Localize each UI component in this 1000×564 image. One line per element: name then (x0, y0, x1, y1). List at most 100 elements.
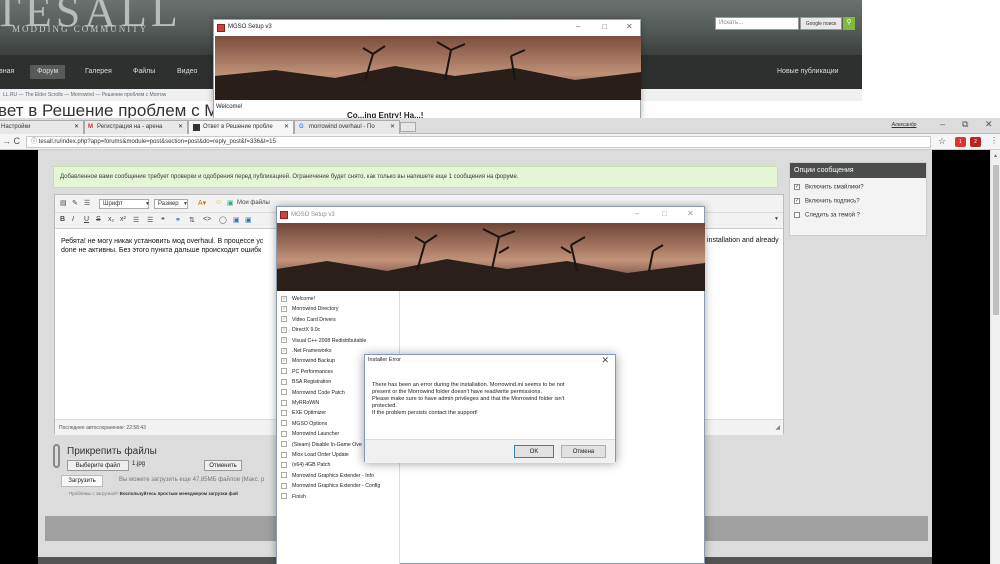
bullet-list-icon[interactable]: ☰ (133, 216, 139, 224)
check-icon: ✓ (281, 347, 287, 354)
option-emoticons[interactable]: ✓ Включить смайлики? (794, 184, 864, 191)
cancel-button[interactable]: Отмена (561, 445, 606, 458)
tab-settings[interactable]: Настройки ✕ (0, 120, 84, 134)
menu-icon[interactable]: ⋮ (990, 136, 998, 145)
nav-item-files[interactable]: Файлы (128, 65, 160, 79)
superscript-icon[interactable]: x² (120, 216, 126, 223)
maximize-icon[interactable]: □ (662, 209, 667, 218)
tab-google-search[interactable]: Gmorrowind overhaul - По ✕ (294, 120, 400, 134)
ok-button[interactable]: OK (514, 445, 554, 458)
app-icon (280, 211, 288, 219)
option-signature[interactable]: ✓ Включить подпись? (794, 198, 860, 205)
step-label: Morrowind Graphics Extender - Info (292, 472, 374, 479)
google-search-button[interactable]: Google поиск (800, 17, 842, 30)
option-label: Следить за темой ? (805, 212, 861, 219)
autosave-text: Последнее автосохранение: 22:58:43 (59, 425, 146, 431)
new-tab-button[interactable] (400, 122, 416, 132)
tab-registration[interactable]: M Регистрация на - арена ✕ (84, 120, 188, 134)
font-select[interactable]: Шрифт (99, 199, 149, 209)
check-icon: ✓ (281, 358, 287, 365)
mgso-banner-image (215, 36, 641, 100)
smiley-icon[interactable]: ☺ (215, 199, 222, 206)
minimize-icon[interactable]: – (576, 22, 580, 31)
close-icon[interactable]: ✕ (601, 355, 609, 366)
link-icon[interactable]: ⚭ (175, 216, 181, 224)
search-go-icon[interactable]: ⚲ (843, 17, 855, 30)
checkbox[interactable]: ✓ (794, 184, 800, 190)
close-icon[interactable]: ✕ (284, 121, 289, 134)
post-options-panel: Опции сообщения ✓ Включить смайлики? ✓ Вкл… (789, 162, 927, 236)
underline-icon[interactable]: U (84, 216, 89, 223)
close-icon[interactable]: ✕ (74, 121, 79, 134)
step-item: Morrowind Code Patch (281, 389, 345, 399)
my-files-button[interactable]: Мои файлы (237, 200, 270, 206)
step-label: MGSO Options (292, 420, 328, 427)
spoiler-icon[interactable]: ◯ (219, 216, 227, 224)
scroll-up-icon[interactable]: ▲ (993, 153, 998, 159)
cancel-upload-button[interactable]: Отменить (204, 460, 242, 471)
checkbox[interactable] (794, 212, 800, 218)
strike-icon[interactable]: S (96, 216, 101, 223)
minimize-icon[interactable]: – (940, 119, 945, 129)
check-icon: ✓ (281, 326, 287, 333)
mgso-step-welcome: Welcome! (216, 104, 243, 110)
italic-icon[interactable]: I (72, 216, 74, 223)
close-icon[interactable]: ✕ (178, 121, 183, 134)
list-icon[interactable]: ☰ (84, 199, 90, 207)
close-icon[interactable]: ✕ (687, 209, 694, 218)
page-scrollbar[interactable]: ▲ (990, 150, 1000, 564)
eraser-icon[interactable]: ✎ (72, 199, 78, 207)
close-icon[interactable]: ✕ (390, 121, 395, 134)
numbered-list-icon[interactable]: ☰ (147, 216, 153, 224)
upload-button[interactable]: Загрузить (61, 475, 103, 487)
tab-reply[interactable]: Ответ в Решение пробле ✕ (188, 120, 294, 134)
option-follow-topic[interactable]: Следить за темой ? (794, 212, 860, 219)
step-item: Morrowind Launcher (281, 430, 339, 440)
nav-item-home[interactable]: вная (0, 65, 19, 79)
site-search-input[interactable]: Искать... (715, 17, 799, 30)
simple-uploader-link[interactable]: Воспользуйтесь простым менеджером загруз… (120, 491, 238, 496)
step-label: Morrowind Launcher (292, 431, 340, 438)
subscript-icon[interactable]: x₂ (108, 216, 114, 223)
chevron-down-icon[interactable]: ▼ (145, 201, 150, 207)
images-icon[interactable]: ▣ (227, 199, 234, 207)
minimize-icon[interactable]: – (635, 209, 639, 218)
video-icon[interactable]: ▣ (245, 216, 252, 224)
close-icon[interactable]: ✕ (985, 119, 993, 130)
image-icon[interactable]: ▣ (233, 216, 240, 224)
nav-item-gallery[interactable]: Галерея (80, 65, 117, 79)
chevron-down-icon[interactable]: ▼ (774, 216, 779, 222)
profile-name[interactable]: Александр (885, 122, 923, 130)
checkbox-empty-icon (281, 389, 287, 396)
url-input[interactable]: ⓘ tesall.ru/index.php?app=forums&module=… (26, 136, 931, 148)
choose-file-button[interactable]: Выберите файл (67, 460, 129, 471)
tab-label: Регистрация на - арена (97, 124, 163, 130)
step-item: Mlox Load Order Update (281, 451, 349, 461)
bold-icon[interactable]: B (60, 216, 65, 223)
checkbox[interactable]: ✓ (794, 198, 800, 204)
extension-icon[interactable]: 2 (970, 137, 981, 147)
chevron-down-icon[interactable]: ▼ (183, 201, 188, 207)
text-color-icon[interactable]: A▾ (198, 199, 206, 207)
checkbox-empty-icon (281, 378, 287, 385)
quote-icon[interactable]: ❝ (161, 216, 165, 224)
back-forward-reload-icons[interactable]: → C (2, 136, 20, 146)
window-title: MGSO Setup v3 (277, 207, 704, 223)
close-icon[interactable]: ✕ (626, 22, 633, 31)
nav-item-forum[interactable]: Форум (30, 65, 66, 79)
checkbox-empty-icon (281, 441, 287, 448)
unlink-icon[interactable]: ⇅ (189, 216, 195, 224)
source-icon[interactable]: ▤ (60, 199, 67, 207)
resize-grip-icon[interactable]: ◢ (775, 424, 780, 431)
nav-item-new-posts[interactable]: Новые публикации (772, 65, 844, 79)
code-icon[interactable]: <> (203, 216, 211, 223)
extension-icon[interactable]: 1 (955, 137, 966, 147)
maximize-icon[interactable]: □ (602, 22, 607, 31)
checkbox-empty-icon (281, 399, 287, 406)
scroll-thumb[interactable] (993, 165, 999, 315)
bookmark-star-icon[interactable]: ☆ (938, 136, 946, 147)
restore-icon[interactable]: ⧉ (962, 119, 968, 130)
step-item: EXE Optimizer (281, 409, 326, 419)
step-label: MyRRoWiN (292, 400, 320, 406)
nav-item-video[interactable]: Видео (172, 65, 202, 79)
